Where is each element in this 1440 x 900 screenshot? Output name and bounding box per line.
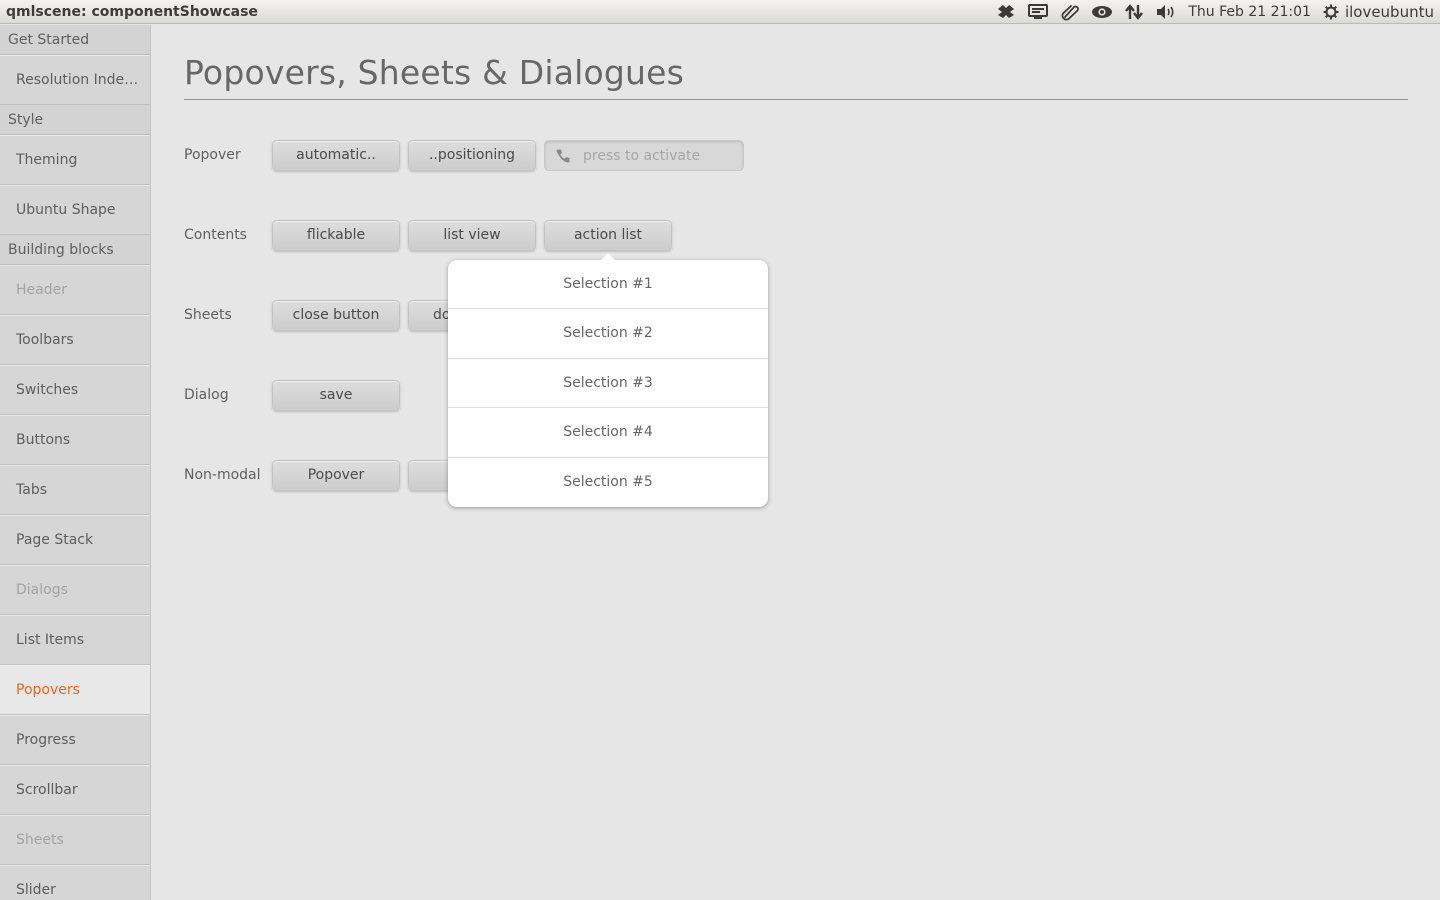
positioning-button[interactable]: ..positioning [408,140,536,171]
sidebar-item-scrollbar[interactable]: Scrollbar [0,765,150,815]
selection-item[interactable]: Selection #2 [448,309,768,359]
selection-item[interactable]: Selection #3 [448,359,768,409]
row-label-sheets: Sheets [184,307,232,323]
automatic-button[interactable]: automatic.. [272,140,400,171]
session-menu[interactable]: iloveubuntu [1323,3,1434,21]
sidebar-item-theming[interactable]: Theming [0,135,150,185]
action-list-button[interactable]: action list [544,220,672,251]
sidebar-item-sheets[interactable]: Sheets [0,815,150,865]
main-content: Popovers, Sheets & Dialogues Popover aut… [152,25,1440,900]
page-title: Popovers, Sheets & Dialogues [184,53,685,92]
clock[interactable]: Thu Feb 21 21:01 [1182,4,1323,20]
sidebar-header-building-blocks: Building blocks [0,235,150,265]
power-gear-icon [1323,4,1339,19]
row-label-popover: Popover [184,147,241,163]
list-view-button[interactable]: list view [408,220,536,251]
sidebar-item-buttons[interactable]: Buttons [0,415,150,465]
sidebar-header-get-started: Get Started [0,25,150,55]
system-tray: Thu Feb 21 21:01 iloveubuntu [990,0,1440,24]
sidebar-item-page-stack[interactable]: Page Stack [0,515,150,565]
press-to-activate-field[interactable]: press to activate [544,140,744,171]
row-label-non-modal: Non-modal [184,467,261,483]
selection-item[interactable]: Selection #1 [448,260,768,310]
sidebar-item-resolution-independence[interactable]: Resolution Inde… [0,55,150,105]
selection-item[interactable]: Selection #5 [448,458,768,507]
sidebar-item-dialogs[interactable]: Dialogs [0,565,150,615]
sidebar-item-toolbars[interactable]: Toolbars [0,315,150,365]
sidebar-item-switches[interactable]: Switches [0,365,150,415]
sidebar-item-header[interactable]: Header [0,265,150,315]
field-placeholder: press to activate [583,147,701,164]
eye-icon[interactable] [1086,0,1118,24]
row-label-contents: Contents [184,227,247,243]
save-button[interactable]: save [272,380,400,411]
sidebar: Get Started Resolution Inde… Style Themi… [0,25,151,900]
sidebar-item-list-items[interactable]: List Items [0,615,150,665]
paperclip-icon[interactable] [1054,0,1086,24]
flickable-button[interactable]: flickable [272,220,400,251]
popover-pointer [600,253,616,261]
popover-button[interactable]: Popover [272,460,400,491]
action-list-popover: Selection #1 Selection #2 Selection #3 S… [448,253,768,507]
sidebar-item-ubuntu-shape[interactable]: Ubuntu Shape [0,185,150,235]
sidebar-item-slider[interactable]: Slider [0,865,150,900]
close-button-button[interactable]: close button [272,300,400,331]
sidebar-item-tabs[interactable]: Tabs [0,465,150,515]
window-title: qmlscene: componentShowcase [6,3,258,20]
display-icon[interactable] [1022,0,1054,24]
selection-item[interactable]: Selection #4 [448,408,768,458]
row-label-dialog: Dialog [184,387,229,403]
sidebar-item-progress[interactable]: Progress [0,715,150,765]
phone-icon [556,149,570,162]
sidebar-header-style: Style [0,105,150,135]
sidebar-item-popovers[interactable]: Popovers [0,665,150,715]
dropbox-icon[interactable] [990,0,1022,24]
user-name: iloveubuntu [1344,2,1434,21]
network-transfer-icon[interactable] [1118,0,1150,24]
volume-icon[interactable] [1150,0,1182,24]
top-panel: qmlscene: componentShowcase Thu Feb 21 2… [0,0,1440,24]
title-divider [184,99,1408,100]
